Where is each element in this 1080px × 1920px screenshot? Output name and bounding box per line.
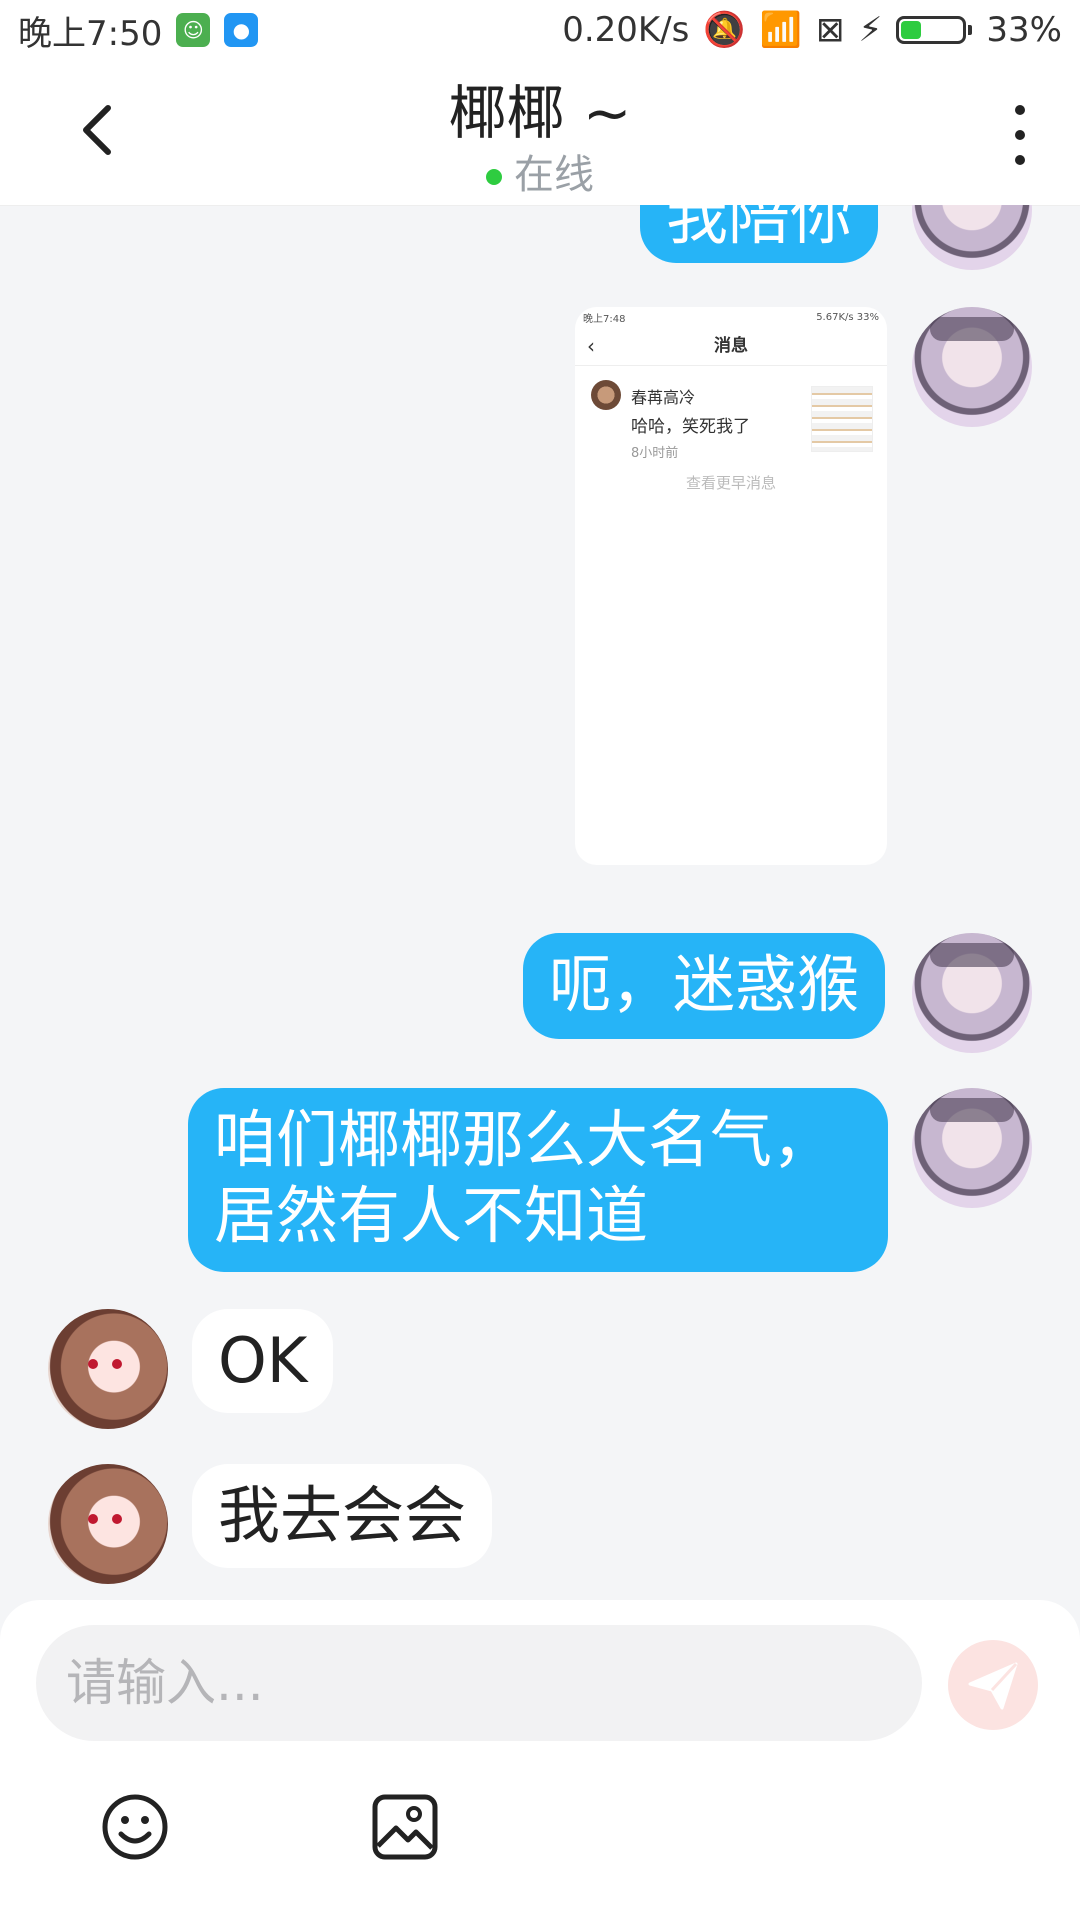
screenshot-more-link: 查看更早消息 (685, 474, 776, 492)
message-text: OK (218, 1324, 308, 1397)
network-speed: 0.20K/s (562, 10, 690, 50)
image-message[interactable]: 晚上7:48 5.67K/s 33% ‹ 消息 春苒高冷 哈哈，笑死我了 8小时… (575, 307, 887, 865)
screenshot-status-time: 晚上7:48 (583, 313, 626, 325)
app-notification-icon: ● (224, 13, 259, 47)
page-title: 椰椰 ~ (448, 79, 632, 147)
message-text: 呃，迷惑猴 (549, 948, 860, 1021)
screenshot-item-time: 8小时前 (631, 446, 679, 461)
input-panel: 请输入... (0, 1600, 1080, 1920)
screenshot-status-bar: 晚上7:48 5.67K/s 33% (575, 307, 887, 327)
screenshot-back-icon: ‹ (587, 334, 595, 358)
more-options-button[interactable] (1000, 105, 1040, 165)
message-input-placeholder: 请输入... (66, 1654, 264, 1712)
screenshot-list-item: 春苒高冷 哈哈，笑死我了 8小时前 (575, 366, 887, 466)
battery-percent: 33% (986, 10, 1062, 50)
mute-icon: 🔕 (703, 10, 746, 50)
avatar[interactable] (912, 205, 1032, 270)
message-text: 我陪你 (666, 205, 853, 253)
wifi-icon: 📶 (759, 10, 803, 50)
image-button[interactable] (370, 1792, 440, 1862)
image-icon (372, 1794, 438, 1860)
avatar[interactable] (912, 307, 1032, 427)
send-button[interactable] (948, 1640, 1038, 1730)
emoji-button[interactable] (100, 1792, 170, 1862)
message-input[interactable]: 请输入... (36, 1625, 922, 1741)
screenshot-item-message: 哈哈，笑死我了 (631, 417, 750, 437)
message-bubble-received[interactable]: 我去会会 (192, 1464, 493, 1568)
online-dot-icon (486, 169, 502, 185)
screenshot-header: ‹ 消息 (575, 327, 887, 366)
avatar[interactable] (48, 1309, 168, 1429)
message-text: 我去会会 (218, 1479, 467, 1552)
chat-header: 椰椰 ~ 在线 (0, 60, 1080, 206)
message-bubble-sent[interactable]: 我陪你 (640, 205, 879, 263)
no-sim-icon: ⊠ (816, 10, 845, 50)
message-bubble-received[interactable]: OK (192, 1309, 334, 1413)
screenshot-status-right: 5.67K/s 33% (816, 311, 879, 323)
screenshot-avatar (591, 380, 621, 410)
avatar[interactable] (912, 933, 1032, 1053)
message-bubble-sent[interactable]: 咱们椰椰那么大名气， 居然有人不知道 (188, 1088, 888, 1272)
screenshot-thumbnail (811, 386, 873, 452)
charging-icon: ⚡ (858, 10, 883, 50)
screenshot-item-name: 春苒高冷 (631, 388, 696, 407)
emoji-icon (102, 1794, 168, 1860)
screenshot-title: 消息 (714, 336, 748, 356)
status-bar: 晚上7:50 ☺ ● 0.20K/s 🔕 📶 ⊠ ⚡ 33% (0, 0, 1080, 60)
more-vertical-icon-dot (1015, 155, 1025, 165)
send-icon (968, 1662, 1018, 1710)
online-status: 在线 (0, 142, 1080, 200)
message-text-line: 咱们椰椰那么大名气， (214, 1103, 835, 1176)
status-time: 晚上7:50 (18, 13, 163, 54)
more-vertical-icon-dot (1015, 130, 1025, 140)
online-status-label: 在线 (514, 152, 594, 198)
battery-cap (968, 25, 973, 35)
avatar[interactable] (912, 1088, 1032, 1208)
chat-list[interactable]: 我陪你 晚上7:48 5.67K/s 33% ‹ 消息 春苒高冷 哈哈，笑死我了… (0, 205, 1080, 1605)
message-bubble-sent[interactable]: 呃，迷惑猴 (523, 933, 886, 1039)
app-notification-icon: ☺ (176, 13, 211, 47)
message-text-line: 居然有人不知道 (214, 1179, 649, 1252)
avatar[interactable] (48, 1464, 168, 1584)
more-vertical-icon (1015, 105, 1025, 115)
battery-icon (896, 16, 967, 44)
